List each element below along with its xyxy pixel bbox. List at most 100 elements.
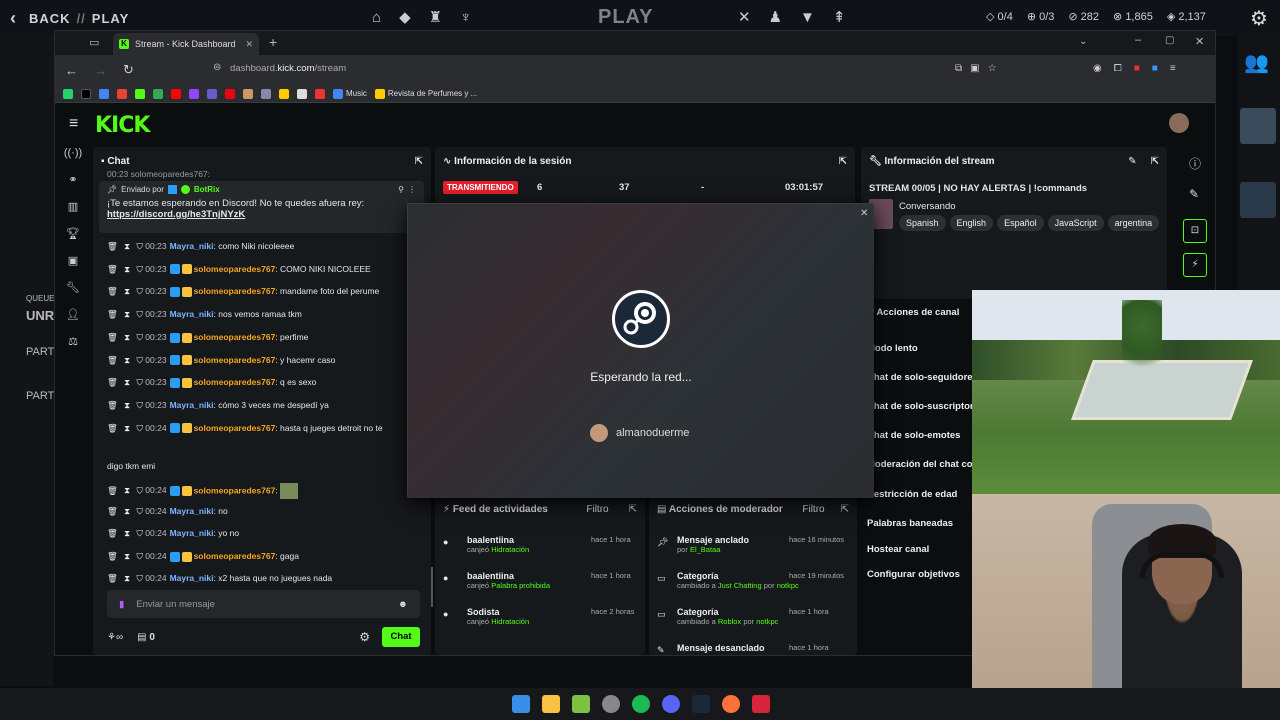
bookmark-revista[interactable]: Revista de Perfumes y ... bbox=[374, 88, 477, 99]
extension-icon[interactable]: ■ bbox=[1152, 63, 1158, 74]
whatsapp-icon[interactable] bbox=[63, 88, 73, 99]
extensions-icon[interactable]: ⧠ bbox=[1114, 63, 1122, 74]
timeout-icon[interactable]: ⧗ bbox=[124, 264, 130, 274]
mod-action-item[interactable]: 📌︎ Mensaje anclado por El_Bataa hace 16 mi… bbox=[657, 535, 853, 554]
mod-action-item[interactable]: ✎ Mensaje desanclado hace 1 hora bbox=[657, 643, 853, 655]
chat-username[interactable]: solomeoparedes767 bbox=[194, 286, 276, 296]
timeout-icon[interactable]: ⧗ bbox=[124, 506, 130, 516]
bolt-icon[interactable]: ⚡︎ bbox=[1183, 253, 1207, 277]
star-icon[interactable]: ☆ bbox=[988, 63, 997, 74]
address-input[interactable]: dashboard.kick.com/stream bbox=[230, 63, 346, 74]
link-icon[interactable]: ⚭ bbox=[55, 173, 91, 186]
app-icon[interactable] bbox=[602, 695, 620, 713]
shield-icon[interactable]: ⛉ bbox=[137, 332, 143, 342]
library-icon[interactable]: ♜ bbox=[429, 8, 442, 26]
bookmark-icon[interactable] bbox=[315, 88, 325, 99]
tag[interactable]: JavaScript bbox=[1047, 215, 1104, 231]
popout-icon[interactable]: ⇱ bbox=[415, 156, 423, 167]
trash-icon[interactable]: 🗑︎ bbox=[107, 528, 118, 538]
trophy-icon[interactable]: 🏆︎ bbox=[55, 227, 91, 240]
trash-icon[interactable]: 🗑︎ bbox=[107, 332, 118, 342]
scrollbar[interactable] bbox=[431, 567, 433, 607]
forward-arrow-icon[interactable]: → bbox=[94, 63, 107, 78]
avatar[interactable] bbox=[1169, 113, 1189, 133]
shield-icon[interactable]: ⛉ bbox=[137, 400, 143, 410]
chat-username[interactable]: solomeoparedes767 bbox=[194, 485, 276, 495]
feed-item[interactable]: ● baalentiina canjeó Palabra prohibida hace… bbox=[443, 571, 639, 590]
chat-username[interactable]: solomeoparedes767 bbox=[194, 355, 276, 365]
bookmark-icon[interactable] bbox=[243, 88, 253, 99]
action-emotes-only[interactable]: Chat de solo-emotes bbox=[867, 430, 960, 441]
trash-icon[interactable]: 🗑︎ bbox=[107, 241, 118, 251]
action-chat-moderation[interactable]: Moderación del chat co bbox=[867, 459, 973, 470]
site-info-icon[interactable]: ⊜ bbox=[213, 62, 221, 73]
shield-icon[interactable]: ⛉ bbox=[137, 309, 143, 319]
timeout-icon[interactable]: ⧗ bbox=[124, 309, 130, 319]
shield-icon[interactable]: ⛉ bbox=[137, 286, 143, 296]
users-icon[interactable]: 👤︎ bbox=[55, 308, 91, 321]
tag[interactable]: Español bbox=[997, 215, 1044, 231]
firefox-icon[interactable] bbox=[722, 695, 740, 713]
home-icon[interactable]: ⌂ bbox=[372, 9, 381, 26]
screenshot-icon[interactable]: ▣ bbox=[970, 63, 979, 74]
trash-icon[interactable]: 🗑︎ bbox=[107, 400, 118, 410]
trash-icon[interactable]: 🗑︎ bbox=[107, 485, 118, 495]
back-arrow-icon[interactable]: ← bbox=[65, 63, 78, 78]
trash-icon[interactable]: 🗑︎ bbox=[107, 309, 118, 319]
action-host-channel[interactable]: Hostear canal bbox=[867, 544, 929, 555]
shield-icon[interactable]: ⛉ bbox=[137, 355, 143, 365]
action-followers-only[interactable]: Chat de solo-seguidores bbox=[867, 372, 978, 383]
shield-icon[interactable]: ⛉ bbox=[137, 506, 143, 516]
hamburger-icon[interactable]: ≡ bbox=[69, 115, 78, 133]
community-icon[interactable]: ♟ bbox=[769, 8, 782, 26]
trash-icon[interactable]: 🗑︎ bbox=[107, 506, 118, 516]
windows-start-icon[interactable] bbox=[512, 695, 530, 713]
action-age-restriction[interactable]: Restricción de edad bbox=[867, 489, 957, 500]
close-icon[interactable]: ✕ bbox=[860, 208, 868, 219]
cart-icon[interactable]: ▼ bbox=[800, 9, 815, 26]
mic-icon[interactable]: ▮ bbox=[119, 599, 124, 610]
chat-username[interactable]: solomeoparedes767 bbox=[194, 332, 276, 342]
steam-icon[interactable] bbox=[692, 695, 710, 713]
action-subs-only[interactable]: Chat de solo-suscriptores bbox=[867, 401, 984, 412]
edit-icon[interactable]: ✎ bbox=[1189, 187, 1199, 201]
tab-stream[interactable]: K Stream - Kick Dashboard ✕ bbox=[113, 33, 259, 55]
shield-icon[interactable]: ⛉ bbox=[137, 423, 143, 433]
chat-send-button[interactable]: Chat bbox=[382, 627, 420, 647]
points-counter[interactable]: ▤ 0 bbox=[137, 632, 155, 643]
chat-username[interactable]: solomeoparedes767 bbox=[194, 551, 276, 561]
trash-icon[interactable]: 🗑︎ bbox=[107, 286, 118, 296]
new-tab-icon[interactable]: + bbox=[269, 34, 277, 50]
shield-icon[interactable]: ⛉ bbox=[137, 528, 143, 538]
back-button[interactable]: ‹ BACK // PLAY bbox=[10, 8, 135, 29]
bookmark-icon[interactable] bbox=[99, 88, 109, 99]
app-thumb[interactable] bbox=[1240, 108, 1276, 144]
timeout-icon[interactable]: ⧗ bbox=[124, 485, 130, 495]
timeout-icon[interactable]: ⧗ bbox=[124, 528, 130, 538]
chat-username[interactable]: Mayra_niki bbox=[170, 506, 214, 516]
bookmark-icon[interactable] bbox=[207, 88, 217, 99]
timeout-icon[interactable]: ⧗ bbox=[124, 286, 130, 296]
chat-username[interactable]: Mayra_niki bbox=[170, 309, 214, 319]
more-icon[interactable]: ⋮ bbox=[408, 185, 416, 194]
unpin-icon[interactable]: ⚲ bbox=[398, 185, 404, 194]
app-icon[interactable] bbox=[752, 695, 770, 713]
popout-icon[interactable]: ⇱ bbox=[1151, 156, 1159, 167]
tools-icon[interactable]: ✕ bbox=[738, 8, 751, 26]
friends-icon[interactable]: 👥 bbox=[1244, 50, 1274, 80]
kick-logo[interactable]: KICK bbox=[95, 113, 150, 138]
mod-filter-button[interactable]: Filtro bbox=[802, 504, 824, 515]
chart-icon[interactable]: ▥ bbox=[55, 200, 91, 213]
shield-icon[interactable]: ⛉ bbox=[137, 551, 143, 561]
mod-action-item[interactable]: ▭ Categoría cambiado a Roblox por notkpc ha… bbox=[657, 607, 853, 626]
bookmark-icon[interactable] bbox=[297, 88, 307, 99]
window-close-icon[interactable]: ✕ bbox=[1195, 35, 1204, 48]
pinned-by-user[interactable]: BotRix bbox=[194, 185, 220, 194]
close-icon[interactable]: ✕ bbox=[245, 39, 253, 50]
gmail-icon[interactable] bbox=[117, 88, 127, 99]
spotify-icon[interactable] bbox=[632, 695, 650, 713]
shield-icon[interactable]: ⛉ bbox=[137, 241, 143, 251]
account-icon[interactable]: ◉ bbox=[1093, 63, 1102, 74]
trash-icon[interactable]: 🗑︎ bbox=[107, 423, 118, 433]
timeout-icon[interactable]: ⧗ bbox=[124, 241, 130, 251]
